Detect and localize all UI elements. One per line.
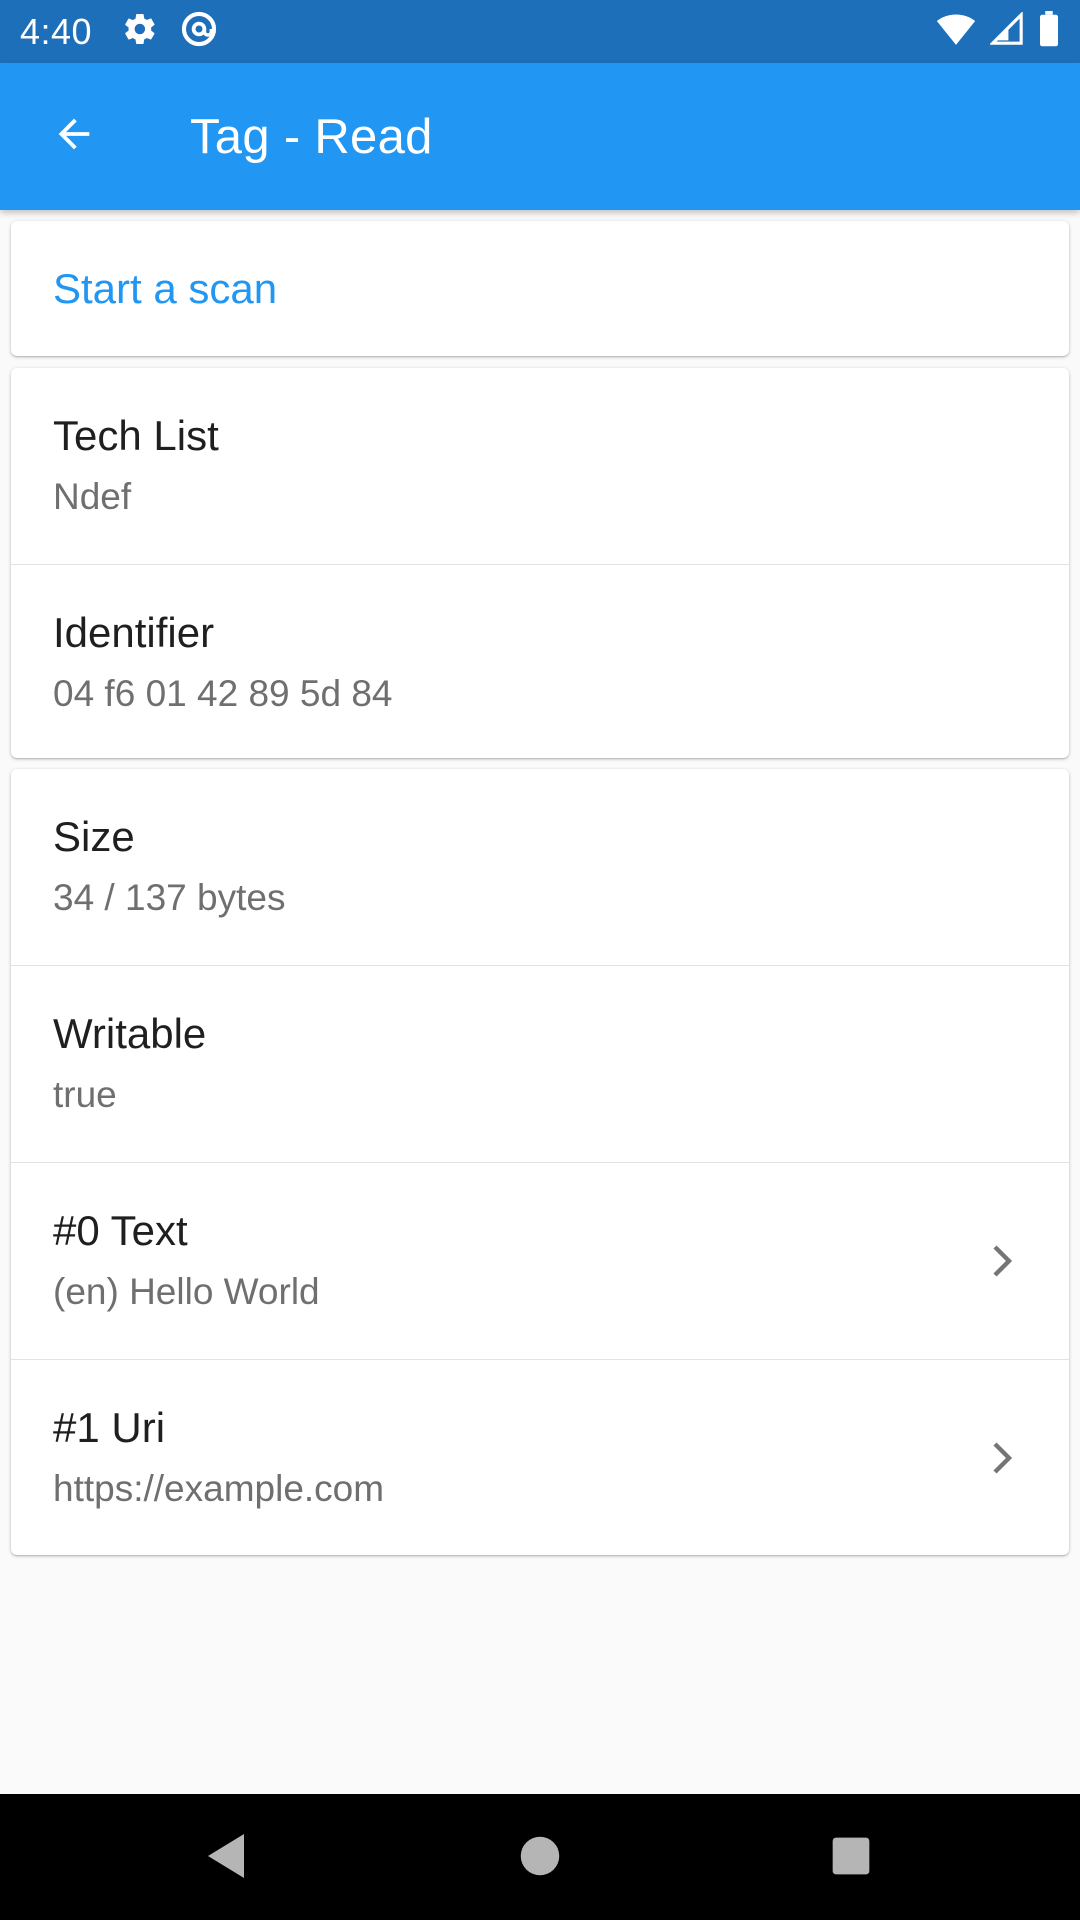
list-item-title: Writable xyxy=(53,1010,207,1057)
nav-back-button[interactable] xyxy=(198,1830,254,1886)
chevron-right-icon xyxy=(989,1243,1017,1279)
list-item-identifier: Identifier 04 f6 01 42 89 5d 84 xyxy=(11,565,1069,758)
list-item-value: (en) Hello World xyxy=(53,1271,320,1312)
list-item-title: Size xyxy=(53,813,135,860)
tag-info-card: Tech List Ndef Identifier 04 f6 01 42 89… xyxy=(11,368,1069,758)
navigation-bar xyxy=(0,1794,1080,1920)
status-bar: 4:40 xyxy=(0,0,1080,63)
status-icons-right xyxy=(936,11,1060,52)
list-item-size: Size 34 / 137 bytes xyxy=(11,769,1069,966)
screen: 4:40 Tag - Read Start a scan Tech List N… xyxy=(0,0,1080,1920)
at-sign-icon xyxy=(180,10,218,53)
start-scan-card[interactable]: Start a scan xyxy=(11,221,1069,356)
list-item-value: https://example.com xyxy=(53,1468,385,1509)
battery-icon xyxy=(1038,11,1060,52)
cell-signal-icon xyxy=(989,11,1024,51)
nav-home-button[interactable] xyxy=(512,1830,568,1886)
status-time: 4:40 xyxy=(20,10,93,52)
list-item-title: Identifier xyxy=(53,609,215,656)
nav-recents-button[interactable] xyxy=(823,1830,879,1886)
arrow-left-icon xyxy=(51,111,97,162)
list-item-value: 04 f6 01 42 89 5d 84 xyxy=(53,673,393,714)
status-icons-left xyxy=(122,10,218,53)
app-bar: Tag - Read xyxy=(0,63,1080,210)
page-title: Tag - Read xyxy=(190,109,433,164)
wifi-icon xyxy=(936,12,976,51)
back-button[interactable] xyxy=(0,63,148,210)
list-item-title: Tech List xyxy=(53,412,219,459)
list-item-title: #1 Uri xyxy=(53,1404,166,1451)
list-item-value: Ndef xyxy=(53,476,132,517)
list-item-value: true xyxy=(53,1074,117,1115)
gear-icon xyxy=(122,11,158,52)
home-circle-icon xyxy=(519,1835,561,1882)
chevron-right-icon xyxy=(989,1440,1017,1476)
start-scan-link[interactable]: Start a scan xyxy=(53,265,277,313)
list-item-title: #0 Text xyxy=(53,1207,188,1254)
list-item-tech-list: Tech List Ndef xyxy=(11,368,1069,565)
ndef-card: Size 34 / 137 bytes Writable true #0 Tex… xyxy=(11,769,1069,1555)
back-triangle-icon xyxy=(204,1832,248,1885)
list-item-record-text[interactable]: #0 Text (en) Hello World xyxy=(11,1163,1069,1360)
list-item-record-uri[interactable]: #1 Uri https://example.com xyxy=(11,1360,1069,1555)
list-item-writable: Writable true xyxy=(11,966,1069,1163)
list-item-value: 34 / 137 bytes xyxy=(53,877,286,918)
recents-square-icon xyxy=(831,1836,871,1881)
